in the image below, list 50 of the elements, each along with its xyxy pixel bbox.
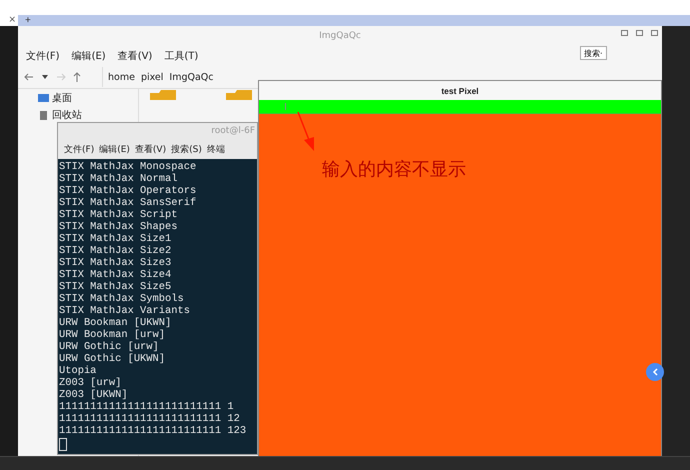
breadcrumb-item[interactable]: home <box>108 72 135 82</box>
terminal-line: URW Gothic [urw] <box>59 341 160 353</box>
terminal-line: STIX MathJax Script <box>59 209 178 221</box>
trash-icon <box>38 110 49 120</box>
terminal-line: STIX MathJax Size4 <box>59 269 172 281</box>
terminal-line: Z003 [UKWN] <box>59 389 129 401</box>
search-button[interactable]: 搜索· <box>580 46 607 60</box>
menu-item[interactable]: 终端 <box>206 142 225 156</box>
sidebar-item[interactable]: 桌面 <box>52 91 72 105</box>
terminal-line: Z003 [urw] <box>59 377 122 389</box>
terminal-line: STIX MathJax Size5 <box>59 281 172 293</box>
menu-item[interactable]: 文件(F) <box>64 142 94 156</box>
terminal-line: 11111111111111111111111111 1 <box>59 401 235 413</box>
maximize-icon[interactable] <box>636 30 643 36</box>
window-title: ImgQaQc <box>319 31 361 41</box>
menu-item[interactable]: 查看(V) <box>118 49 152 63</box>
breadcrumb-item[interactable]: ImgQaQc <box>169 72 214 82</box>
terminal-line: STIX MathJax Operators <box>59 185 198 197</box>
terminal-line: STIX MathJax Symbols <box>59 293 185 305</box>
terminal-line: STIX MathJax Size2 <box>59 245 172 257</box>
sidebar-item[interactable]: 回收站 <box>52 108 82 122</box>
menu-item[interactable]: 搜索(S) <box>171 142 202 156</box>
terminal-line: URW Bookman [urw] <box>59 329 166 341</box>
terminal-line: URW Gothic [UKWN] <box>59 353 166 365</box>
terminal-line: STIX MathJax Normal <box>59 173 178 185</box>
chevron-left-icon <box>652 368 658 376</box>
terminal-line: STIX MathJax Shapes <box>59 221 178 233</box>
input-field[interactable] <box>259 100 661 114</box>
terminal-line: 11111111111111111111111111 12 <box>59 413 241 425</box>
window-title: root@l-6F <box>211 126 255 136</box>
menu-item[interactable]: 文件(F) <box>26 49 60 63</box>
terminal-line: 11111111111111111111111111 123 <box>59 425 248 437</box>
menu-item[interactable]: 工具(T) <box>164 49 198 63</box>
menu-item[interactable]: 编辑(E) <box>99 142 130 156</box>
terminal-line: STIX MathJax Size3 <box>59 257 172 269</box>
annotation-text: 输入的内容不显示 <box>322 158 466 181</box>
terminal-line: STIX MathJax SansSerif <box>59 197 198 209</box>
desktop-icon <box>38 94 49 102</box>
breadcrumb-item[interactable]: pixel <box>140 72 164 82</box>
menu-item[interactable]: 查看(V) <box>134 142 166 156</box>
new-tab-button[interactable]: + <box>25 16 31 26</box>
terminal-line: STIX MathJax Monospace <box>59 161 198 173</box>
up-arrow-icon[interactable] <box>72 72 82 82</box>
terminal-line: STIX MathJax Variants <box>59 305 191 317</box>
back-arrow-icon[interactable] <box>24 72 34 82</box>
terminal-line: URW Bookman [UKWN] <box>59 317 172 329</box>
terminal-line: STIX MathJax Size1 <box>59 233 172 245</box>
window-title: test Pixel <box>441 86 479 96</box>
menu-item[interactable]: 编辑(E) <box>72 49 106 63</box>
terminal-line: Utopia <box>59 365 98 377</box>
